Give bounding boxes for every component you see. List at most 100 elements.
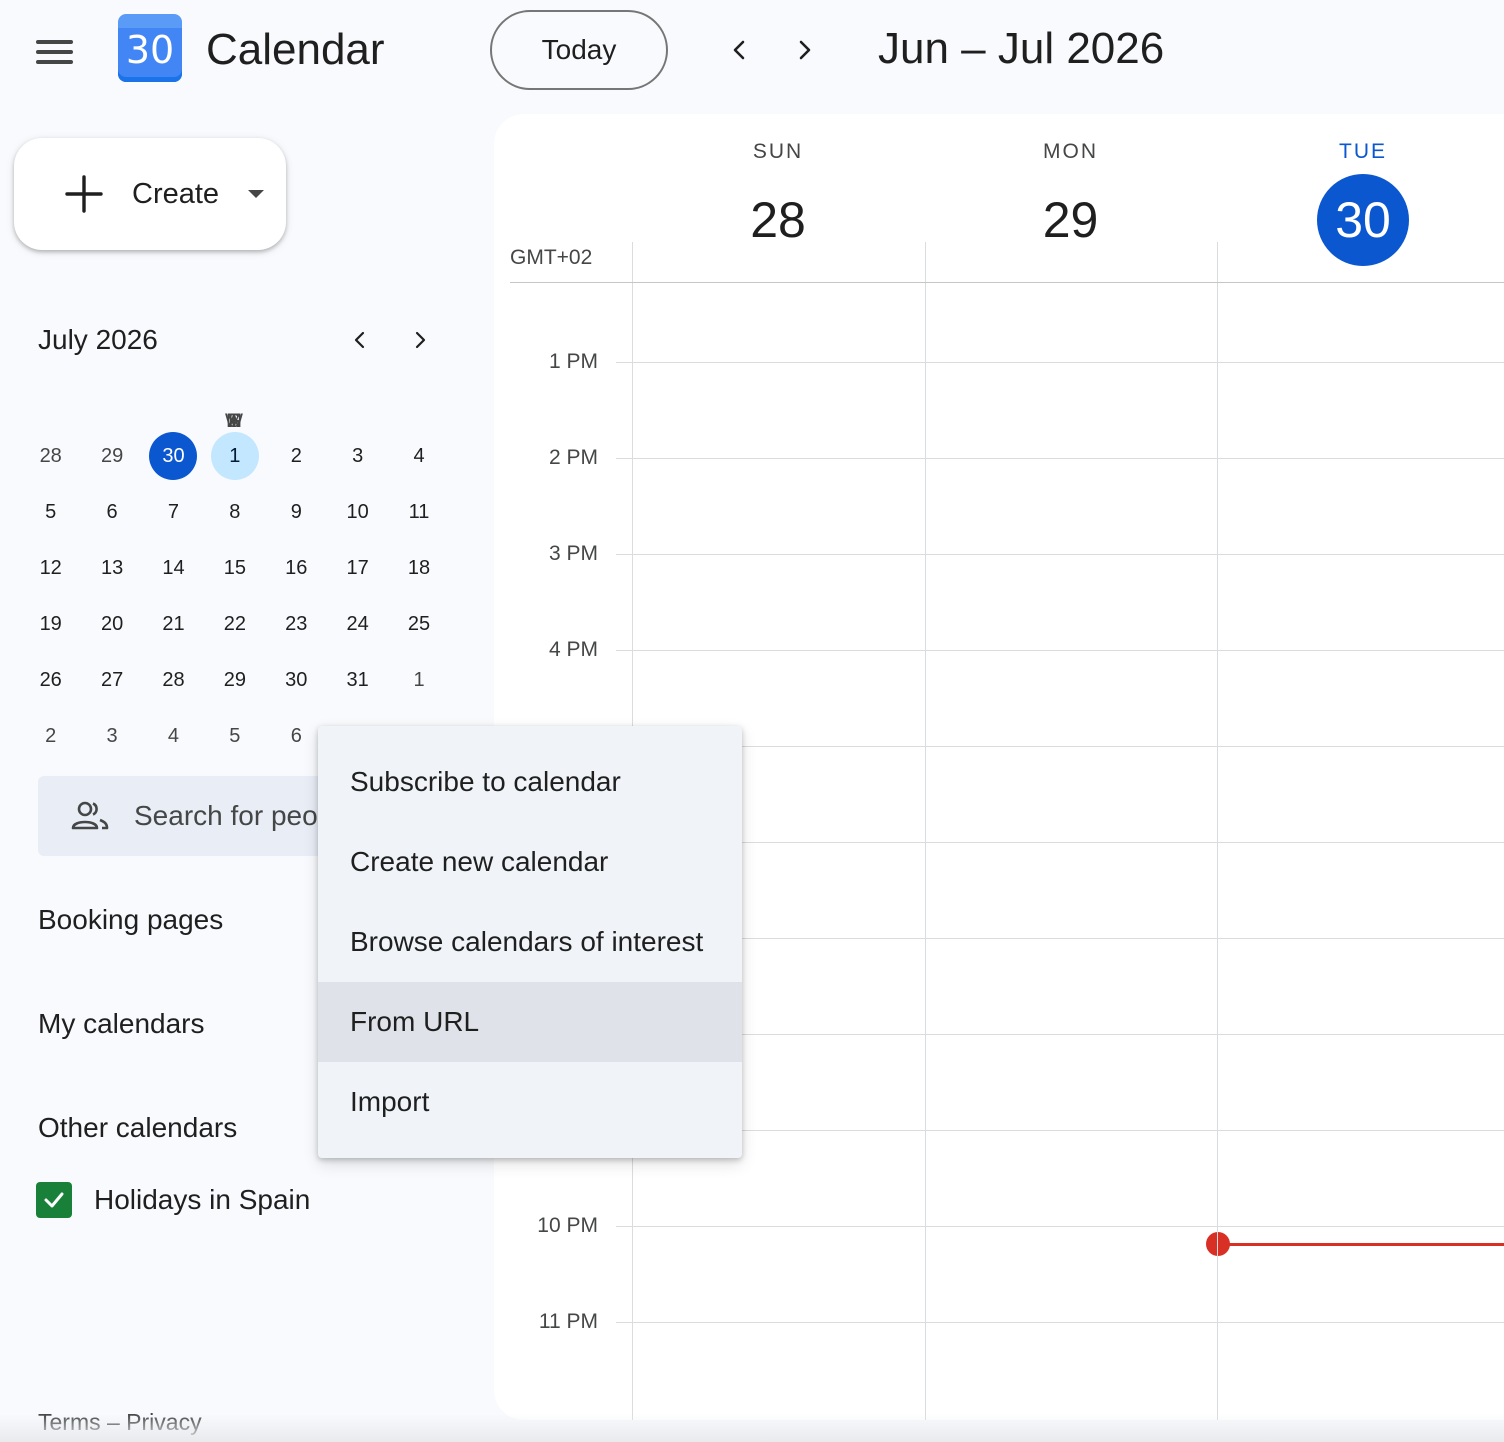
calendar-logo[interactable]: 30 <box>118 14 182 82</box>
mini-calendar-day[interactable]: 10 <box>327 488 388 536</box>
my-calendars-heading[interactable]: My calendars <box>38 1006 205 1042</box>
mini-calendar-day-label: 13 <box>100 556 124 579</box>
calendar-item-holidays[interactable]: Holidays in Spain <box>94 1182 310 1218</box>
mini-calendar-day-label: 28 <box>162 668 185 691</box>
mini-calendar-day[interactable]: 16 <box>266 544 327 592</box>
header-divider <box>510 282 1504 283</box>
date-range-title: Jun – Jul 2026 <box>878 24 1165 73</box>
mini-calendar-day-label: 5 <box>229 724 241 747</box>
mini-calendar-day[interactable]: 27 <box>81 656 142 704</box>
mini-calendar-day[interactable]: 29 <box>204 656 265 704</box>
menu-item-create-new-calendar[interactable]: Create new calendar <box>318 822 742 902</box>
mini-calendar-day[interactable]: 19 <box>20 600 81 648</box>
hour-label: 4 PM <box>548 638 598 661</box>
mini-calendar-day[interactable]: 28 <box>143 656 204 704</box>
mini-calendar-day[interactable]: 25 <box>388 600 449 648</box>
menu-item-from-url[interactable]: From URL <box>318 982 742 1062</box>
mini-calendar-day-label: 27 <box>100 668 124 691</box>
menu-item-browse-calendars-of-interest[interactable]: Browse calendars of interest <box>318 902 742 982</box>
mini-calendar-day-label: 24 <box>346 612 369 635</box>
current-time-dot <box>1206 1232 1230 1256</box>
mini-calendar-day[interactable]: 18 <box>388 544 449 592</box>
hour-gridline <box>616 1226 1504 1227</box>
mini-calendar-day-label: 30 <box>285 668 308 691</box>
mini-calendar-day[interactable]: 17 <box>327 544 388 592</box>
mini-calendar-title: July 2026 <box>38 324 158 355</box>
mini-calendar-day[interactable]: 22 <box>204 600 265 648</box>
mini-calendar-day[interactable]: 21 <box>143 600 204 648</box>
mini-calendar-day[interactable]: 5 <box>20 488 81 536</box>
mini-calendar-day-label: 31 <box>346 668 369 691</box>
day-column-divider <box>924 242 926 1420</box>
mini-calendar-day-label: 1 <box>413 668 425 691</box>
mini-calendar-day-label: 7 <box>167 500 180 523</box>
day-number[interactable]: 28 <box>732 174 824 266</box>
mini-calendar-day[interactable]: 4 <box>143 712 204 760</box>
main-menu-icon[interactable] <box>24 24 84 80</box>
mini-calendar-day-label: 29 <box>223 668 246 691</box>
mini-calendar-day[interactable]: 31 <box>327 656 388 704</box>
mini-calendar-day-label: 21 <box>162 612 185 635</box>
hour-gridline <box>616 1034 1504 1035</box>
mini-calendar-day-label: 10 <box>346 500 369 523</box>
mini-calendar-day-label: 22 <box>223 612 246 635</box>
mini-calendar-day-label: 20 <box>100 612 124 635</box>
mini-calendar-day[interactable]: 11 <box>388 488 449 536</box>
hour-gridline <box>616 554 1504 555</box>
hour-label: 3 PM <box>548 542 598 565</box>
caret-down-icon[interactable] <box>246 184 266 204</box>
mini-calendar-day[interactable]: 15 <box>204 544 265 592</box>
day-number[interactable]: 30 <box>1317 174 1409 266</box>
app-title: Calendar <box>206 25 385 74</box>
mini-calendar-next-icon[interactable] <box>400 320 440 360</box>
create-label: Create <box>132 178 220 210</box>
menu-item-import[interactable]: Import <box>318 1062 742 1142</box>
mini-calendar-day[interactable]: 26 <box>20 656 81 704</box>
mini-calendar-day[interactable]: 5 <box>204 712 265 760</box>
mini-calendar-week: 5 6 7 8 9 10 11 <box>20 484 450 540</box>
mini-calendar-day[interactable]: 12 <box>20 544 81 592</box>
mini-calendar-day-label: 25 <box>407 612 431 635</box>
create-button[interactable]: Create <box>14 138 286 250</box>
mini-calendar-day[interactable]: 23 <box>266 600 327 648</box>
mini-calendar-day[interactable]: 8 <box>204 488 265 536</box>
plus-icon <box>65 175 103 213</box>
mini-calendar-week: 12 13 14 15 16 17 18 <box>20 540 450 596</box>
hour-gridline <box>616 746 1504 747</box>
mini-calendar-day[interactable]: 2 <box>20 712 81 760</box>
booking-pages-heading[interactable]: Booking pages <box>38 902 223 938</box>
mini-calendar-day[interactable]: 13 <box>81 544 142 592</box>
other-calendars-heading[interactable]: Other calendars <box>38 1110 237 1146</box>
mini-calendar-day-label: 23 <box>285 612 308 635</box>
mini-calendar-day-label: 4 <box>167 724 180 747</box>
mini-calendar-day[interactable]: 24 <box>327 600 388 648</box>
day-of-week-label: SUN <box>752 140 804 163</box>
mini-calendar-day[interactable]: 30 <box>266 656 327 704</box>
mini-calendar-day[interactable]: 3 <box>81 712 142 760</box>
add-calendar-menu: Subscribe to calendar Create new calendar… <box>318 726 742 1158</box>
today-button[interactable]: Today <box>490 10 668 90</box>
mini-calendar-day[interactable]: 9 <box>266 488 327 536</box>
day-header-tue[interactable]: TUE 30 <box>1217 114 1504 284</box>
next-period-icon[interactable] <box>780 26 828 74</box>
mini-calendar-day[interactable]: 7 <box>143 488 204 536</box>
mini-calendar-day[interactable]: 20 <box>81 600 142 648</box>
holidays-checkbox[interactable] <box>36 1182 72 1218</box>
mini-calendar-day[interactable]: 1 <box>388 656 449 704</box>
hour-gridline <box>616 938 1504 939</box>
previous-period-icon[interactable] <box>716 26 764 74</box>
mini-calendar-prev-icon[interactable] <box>340 320 380 360</box>
hour-gridline <box>616 1130 1504 1131</box>
day-header-mon[interactable]: MON 29 <box>925 114 1217 284</box>
day-of-week-label: TUE <box>1339 140 1387 163</box>
mini-calendar-day-label: 12 <box>39 556 62 579</box>
day-header-sun[interactable]: SUN 28 <box>632 114 924 284</box>
mini-calendar-day[interactable]: 6 <box>81 488 142 536</box>
hour-label: 2 PM <box>548 446 598 469</box>
menu-item-subscribe-to-calendar[interactable]: Subscribe to calendar <box>318 742 742 822</box>
hour-gridline <box>616 362 1504 363</box>
day-number[interactable]: 29 <box>1025 174 1117 266</box>
mini-calendar-day[interactable]: 14 <box>143 544 204 592</box>
mini-calendar-day-label: 6 <box>290 724 302 747</box>
mini-calendar-day-label: 14 <box>162 556 185 579</box>
